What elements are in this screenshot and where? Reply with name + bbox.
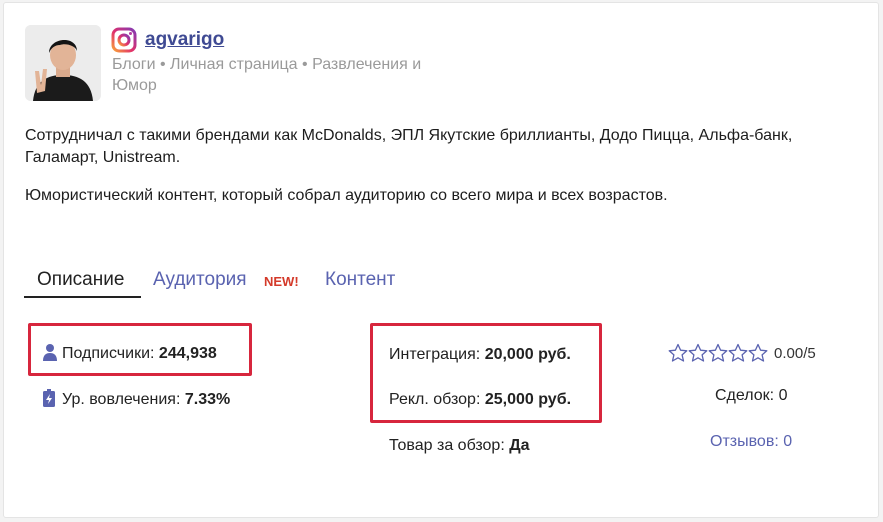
rating-value: 0.00/5 [774, 345, 816, 362]
star-icon [708, 343, 728, 362]
subscribers-stat: Подписчики: 244,938 [62, 345, 217, 363]
subscribers-value: 244,938 [158, 345, 217, 362]
star-icon [668, 343, 688, 362]
review-value: 25,000 руб. [484, 391, 572, 408]
username-link[interactable]: agvarigo [145, 29, 224, 51]
engagement-stat: Ур. вовлечения: 7.33% [62, 391, 230, 409]
product-value: Да [509, 437, 530, 454]
subscribers-label: Подписчики: [62, 345, 155, 362]
new-badge: NEW! [264, 274, 299, 289]
star-icon [688, 343, 708, 362]
star-icon [748, 343, 768, 362]
engagement-value: 7.33% [184, 391, 231, 408]
review-price: Рекл. обзор: 25,000 руб. [389, 391, 571, 409]
integration-value: 20,000 руб. [484, 346, 571, 363]
description-content: Юмористический контент, который собрал а… [25, 187, 668, 204]
tab-content[interactable]: Контент [325, 269, 395, 291]
star-icon [728, 343, 748, 362]
tab-audience[interactable]: Аудитория [153, 269, 247, 291]
profile-categories: Блоги • Личная страница • Развлечения и … [112, 56, 422, 94]
review-label: Рекл. обзор: [389, 391, 481, 408]
engagement-label: Ур. вовлечения: [62, 391, 181, 408]
active-tab-indicator [24, 296, 141, 298]
reviews-link[interactable]: Отзывов: 0 [710, 433, 792, 451]
instagram-icon [111, 27, 137, 53]
product-label: Товар за обзор: [389, 437, 505, 454]
deals-count: Сделок: 0 [715, 387, 788, 404]
rating-stars [668, 343, 768, 362]
description-brands: Сотрудничал с такими брендами как McDona… [25, 127, 793, 166]
tab-description[interactable]: Описание [37, 269, 124, 291]
avatar-image [25, 25, 101, 101]
product-for-review: Товар за обзор: Да [389, 437, 530, 455]
battery-icon [43, 389, 55, 407]
integration-price: Интеграция: 20,000 руб. [389, 346, 571, 364]
person-icon [43, 344, 57, 361]
blogger-card: agvarigo Блоги • Личная страница • Развл… [3, 2, 879, 518]
integration-label: Интеграция: [389, 346, 481, 363]
avatar[interactable] [25, 25, 101, 101]
